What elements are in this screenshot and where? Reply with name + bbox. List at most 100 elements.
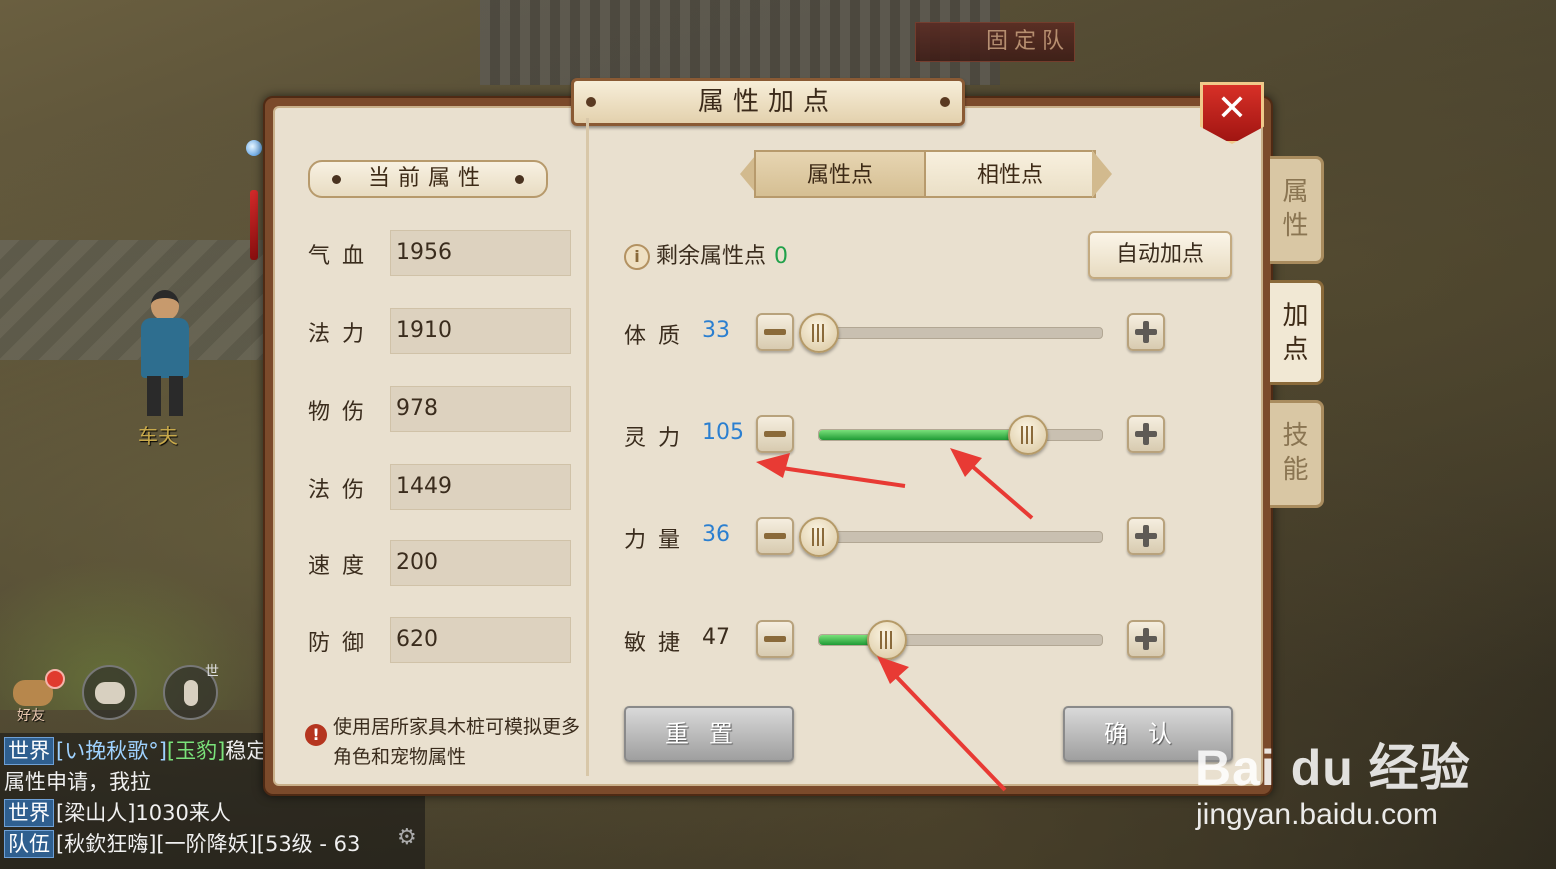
current-attributes-heading: 当前属性 — [308, 160, 548, 198]
stat-value: 1449 — [390, 464, 571, 510]
chat-text: [い挽秋歌°] — [56, 739, 167, 763]
slider-handle[interactable] — [1008, 415, 1049, 455]
minus-icon — [764, 431, 786, 437]
baidu-logo: Bai du 经验 — [1195, 740, 1471, 796]
decrease-button[interactable] — [756, 620, 794, 658]
decrease-button[interactable] — [756, 415, 794, 453]
attribute-label: 灵力 — [624, 426, 693, 451]
minus-icon — [764, 636, 786, 642]
stat-row-speed: 速度 200 — [308, 540, 573, 586]
chat-text: [玉豹] — [166, 739, 226, 763]
attribute-slider[interactable] — [799, 313, 1103, 353]
voice-channel-label: 世 — [205, 664, 219, 680]
stat-value: 1910 — [390, 308, 571, 354]
minus-icon — [764, 533, 786, 539]
attribute-value: 33 — [702, 318, 730, 343]
stat-label: 气血 — [308, 244, 377, 269]
stat-value: 978 — [390, 386, 571, 432]
chat-channel-badge: 队伍 — [4, 830, 54, 858]
slider-handle[interactable] — [799, 313, 839, 353]
chat-bubble-icon — [94, 681, 125, 704]
chat-text: [梁山人]1030来人 — [56, 801, 231, 825]
attribute-slider[interactable] — [818, 620, 1103, 660]
remaining-label: 剩余属性点 — [656, 244, 767, 269]
chat-text: 稳定 — [225, 739, 268, 763]
plus-icon — [1135, 525, 1157, 547]
stat-value: 620 — [390, 617, 571, 663]
reset-button[interactable]: 重置 — [624, 706, 794, 762]
chat-settings-gear-icon[interactable]: ⚙ — [397, 825, 421, 850]
decrease-button[interactable] — [756, 313, 794, 351]
remaining-points: i 剩余属性点 0 — [624, 238, 789, 270]
plus-icon — [1135, 628, 1157, 650]
watermark-url: jingyan.baidu.com — [1196, 798, 1438, 831]
side-tab-skills[interactable]: 技 能 — [1270, 400, 1324, 508]
attribute-slider[interactable] — [818, 415, 1103, 455]
stat-label: 物伤 — [308, 400, 377, 425]
attribute-value: 105 — [702, 420, 744, 445]
friends-button[interactable]: 好友 — [5, 665, 65, 724]
friends-label: 好友 — [17, 708, 45, 724]
fixed-team-button[interactable]: 固定队 — [915, 22, 1075, 62]
tab-attribute-points[interactable]: 属性点 — [754, 150, 926, 198]
plus-icon — [1135, 321, 1157, 343]
side-tab-attributes[interactable]: 属 性 — [1270, 156, 1324, 264]
slider-handle[interactable] — [866, 620, 907, 660]
increase-button[interactable] — [1127, 415, 1165, 453]
microphone-icon — [183, 679, 198, 706]
stat-label: 法伤 — [308, 478, 377, 503]
minus-icon — [764, 329, 786, 335]
notification-dot-icon — [45, 669, 65, 689]
npc-name-label: 车夫 — [138, 424, 178, 448]
side-tab-label: 技 能 — [1282, 421, 1309, 485]
chat-text: 属性申请，我拉 — [4, 770, 151, 794]
increase-button[interactable] — [1127, 313, 1165, 351]
decrease-button[interactable] — [756, 517, 794, 555]
stat-row-mp: 法力 1910 — [308, 308, 573, 354]
column-divider — [586, 118, 589, 776]
stat-row-phys-dmg: 物伤 978 — [308, 386, 573, 432]
side-tab-label: 属 性 — [1282, 177, 1309, 241]
increase-button[interactable] — [1127, 620, 1165, 658]
attribute-slider[interactable] — [799, 517, 1103, 557]
stat-label: 防御 — [308, 631, 377, 656]
panel-title: 属性加点 — [571, 78, 965, 126]
tab-affinity-points[interactable]: 相性点 — [924, 150, 1096, 198]
voice-button[interactable]: 世 — [163, 664, 219, 720]
auto-allocate-button[interactable]: 自动加点 — [1088, 231, 1232, 279]
close-icon: ✕ — [1216, 87, 1248, 129]
tip-text: 使用居所家具木桩可模拟更多角色和宠物属性 — [333, 716, 581, 768]
chat-text: [秋欽狂嗨][一阶降妖][53级 - 63 — [56, 832, 361, 856]
grip-icon — [812, 528, 826, 546]
attribute-value: 47 — [702, 625, 730, 650]
stat-value: 200 — [390, 540, 571, 586]
rivet-icon — [586, 97, 596, 107]
info-icon[interactable]: i — [624, 244, 650, 270]
plus-icon — [1135, 423, 1157, 445]
attribute-value: 36 — [702, 522, 730, 547]
remaining-value: 0 — [774, 244, 789, 269]
rivet-icon — [940, 97, 950, 107]
attribute-row: 敏捷 47 — [624, 615, 1169, 665]
stat-row-mag-dmg: 法伤 1449 — [308, 464, 573, 510]
increase-button[interactable] — [1127, 517, 1165, 555]
chat-channel-badge: 世界 — [4, 737, 54, 765]
attribute-row: 体质 33 — [624, 308, 1169, 358]
attribute-row: 力量 36 — [624, 512, 1169, 562]
chat-button[interactable] — [82, 665, 137, 720]
chat-line[interactable]: 队伍 [秋欽狂嗨][一阶降妖][53级 - 63 — [4, 829, 421, 860]
stat-label: 速度 — [308, 554, 377, 579]
side-tab-label: 加 点 — [1282, 301, 1309, 365]
grip-icon — [1021, 426, 1036, 444]
attribute-row: 灵力 105 — [624, 410, 1169, 460]
attribute-label: 力量 — [624, 528, 693, 553]
attribute-label: 体质 — [624, 324, 693, 349]
chat-line[interactable]: 世界 [梁山人]1030来人 — [4, 798, 421, 829]
stat-row-hp: 气血 1956 — [308, 230, 573, 276]
slider-handle[interactable] — [799, 517, 839, 557]
stat-label: 法力 — [308, 322, 377, 347]
side-tab-add-points[interactable]: 加 点 — [1270, 280, 1324, 385]
stat-row-defense: 防御 620 — [308, 617, 573, 663]
chat-channel-badge: 世界 — [4, 799, 54, 827]
npc-character[interactable] — [135, 290, 195, 420]
